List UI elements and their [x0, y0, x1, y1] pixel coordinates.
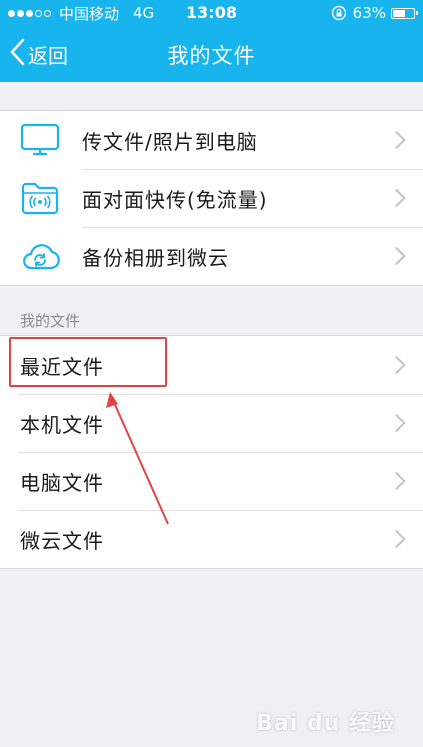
row-label: 电脑文件 [20, 470, 104, 495]
row-label: 面对面快传(免流量) [82, 187, 268, 212]
chevron-right-icon [387, 246, 406, 266]
battery-percent: 63% [352, 4, 386, 22]
status-bar: 中国移动 4G 13:08 63% [0, 0, 423, 26]
action-list: 传文件/照片到电脑 面对面快传(免流量) 备份相册到微云 [0, 110, 423, 286]
chevron-right-icon [387, 471, 406, 491]
row-label: 传文件/照片到电脑 [82, 129, 258, 154]
page-title: 我的文件 [167, 44, 256, 68]
monitor-icon [18, 120, 62, 160]
row-label: 微云文件 [20, 528, 104, 553]
chevron-right-icon [387, 355, 406, 375]
transfer-to-computer-item[interactable]: 传文件/照片到电脑 [0, 111, 423, 169]
chevron-right-icon [387, 188, 406, 208]
wireless-folder-icon [18, 178, 62, 218]
battery-icon [391, 7, 418, 19]
chevron-right-icon [387, 413, 406, 433]
section-header: 我的文件 [20, 312, 81, 330]
backup-album-item[interactable]: 备份相册到微云 [0, 227, 423, 285]
computer-files-item[interactable]: 电脑文件 [0, 452, 423, 510]
local-files-item[interactable]: 本机文件 [0, 394, 423, 452]
screen: 中国移动 4G 13:08 63% 返回 我的文件 传文件/照片到电脑 面对面快… [0, 0, 423, 747]
row-label: 备份相册到微云 [82, 245, 229, 270]
watermark-logo: Bai du 经验 [256, 711, 395, 736]
cloud-sync-icon [18, 236, 62, 276]
nav-bar: 返回 我的文件 [0, 26, 423, 82]
highlight-box [9, 337, 167, 387]
chevron-right-icon [387, 130, 406, 150]
chevron-right-icon [387, 529, 406, 549]
weiyun-files-item[interactable]: 微云文件 [0, 510, 423, 568]
face-to-face-transfer-item[interactable]: 面对面快传(免流量) [0, 169, 423, 227]
row-label: 本机文件 [20, 412, 104, 437]
status-right: 63% [331, 3, 418, 23]
rotation-lock-icon [331, 5, 347, 21]
